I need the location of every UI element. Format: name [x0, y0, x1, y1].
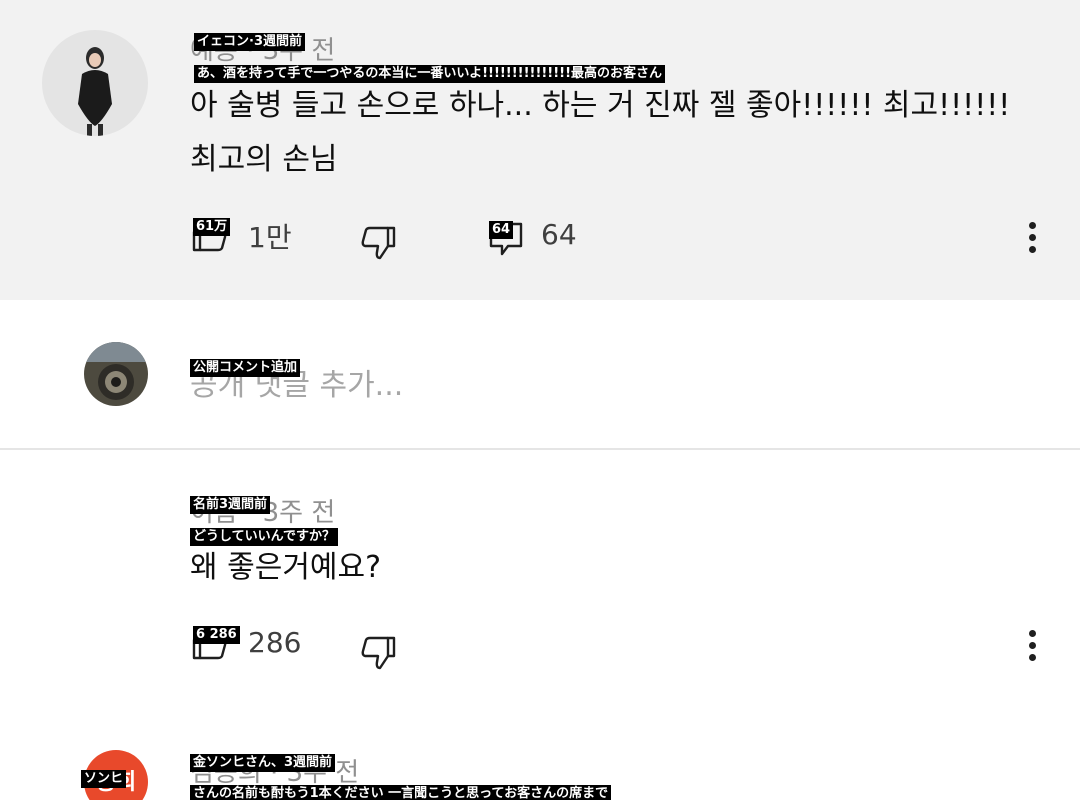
- like-count: 1만: [248, 221, 292, 254]
- add-comment-row: 공개 댓글 추가... 公開コメント追加: [0, 300, 1080, 448]
- more-vertical-icon[interactable]: [1020, 626, 1044, 670]
- comment: 이름 · 3주 전 名前3週間前 どうしていいんですか？ 왜 좋은거예요? 6 …: [0, 450, 1080, 750]
- comment-translation: さんの名前も酎もう1本ください 一言聞こうと思ってお客さんの席まで: [190, 785, 612, 800]
- author-meta-translation: イェコン·3週間前: [194, 33, 305, 51]
- author-meta-translation: 名前3週間前: [190, 496, 271, 514]
- add-comment-translation: 公開コメント追加: [190, 359, 301, 377]
- reply-count[interactable]: 64: [541, 218, 577, 251]
- avatar-label-translation: ソンヒ: [81, 770, 127, 788]
- likes-translation: 6 286: [193, 626, 240, 644]
- comment-text-line2: 최고의 손님: [190, 142, 338, 177]
- likes-translation: 61万: [193, 218, 231, 236]
- like-count: 286: [248, 626, 302, 659]
- thumbs-down-icon[interactable]: [358, 632, 398, 672]
- more-vertical-icon[interactable]: [1020, 218, 1044, 262]
- replies-translation: 64: [489, 221, 514, 239]
- thumbs-down-icon[interactable]: [358, 222, 398, 262]
- comment-text: 왜 좋은거예요?: [190, 550, 382, 585]
- comment-text: 아 술병 들고 손으로 하나... 하는 거 진짜 젤 좋아!!!!!! 최고!…: [190, 88, 1011, 123]
- comment: 송희 ソンヒ 김송희 · 3주 전 金ソンヒさん、3週間前 さんの名前も酎もう1…: [0, 740, 1080, 800]
- comment-highlighted: 예롱 · 3주 전 イェコン·3週間前 あ、酒を持って手で一つやるの本当に一番い…: [0, 0, 1080, 300]
- avatar[interactable]: [42, 30, 148, 136]
- author-meta-translation: 金ソンヒさん、3週間前: [190, 754, 336, 772]
- user-avatar: [84, 342, 148, 406]
